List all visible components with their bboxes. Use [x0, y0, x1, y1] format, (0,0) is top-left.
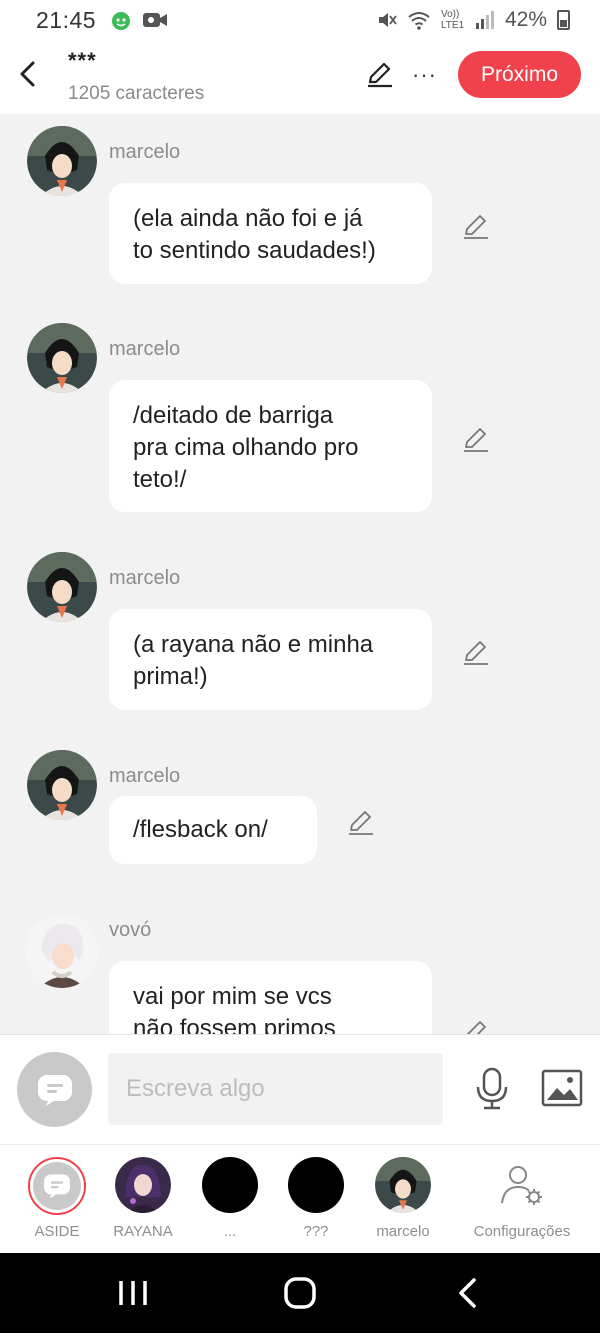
message-bubble[interactable]: /flesback on/ — [109, 796, 317, 864]
edit-message-icon[interactable] — [462, 212, 490, 240]
back-nav-icon[interactable] — [449, 1275, 489, 1311]
message-line: vai por mim se vcs — [133, 983, 332, 1010]
network-label: Vo)) LTE1 — [440, 9, 465, 31]
chat-bubble-icon — [28, 1157, 86, 1215]
message-line: to sentindo saudades!) — [133, 237, 376, 264]
message-line: prima!) — [133, 663, 208, 690]
tab-label: Configurações — [473, 1223, 571, 1240]
tab-ellipsis[interactable]: ... — [185, 1157, 275, 1240]
status-bar: 21:45 Vo)) LTE1 42% — [0, 0, 600, 40]
edit-pencil-icon[interactable] — [366, 60, 394, 88]
signal-icon — [475, 11, 494, 29]
sender-name: marcelo — [109, 765, 181, 787]
sender-name: marcelo — [109, 567, 181, 589]
settings-user-icon — [494, 1157, 550, 1213]
avatar-placeholder — [202, 1157, 258, 1213]
speaker-selector-button[interactable] — [17, 1052, 92, 1127]
message-line: não fossem primos — [133, 1015, 336, 1034]
tab-label: ??? — [303, 1223, 329, 1240]
microphone-icon[interactable] — [474, 1067, 510, 1111]
avatar-marcelo[interactable] — [27, 750, 97, 820]
app-notification-icon — [112, 12, 131, 30]
wifi-icon — [408, 12, 430, 30]
mute-icon — [378, 13, 397, 27]
recent-apps-icon[interactable] — [113, 1275, 153, 1311]
tab-aside[interactable]: ASIDE — [12, 1157, 102, 1240]
avatar-marcelo[interactable] — [27, 126, 97, 196]
edit-message-icon[interactable] — [462, 1018, 490, 1034]
message-line: teto!/ — [133, 466, 187, 493]
tab-settings[interactable]: Configurações — [466, 1157, 578, 1240]
message-bubble[interactable]: (ela ainda não foi e já to sentindo saud… — [109, 183, 432, 284]
avatar-vovo[interactable] — [25, 914, 99, 988]
tab-label: ... — [223, 1223, 237, 1240]
edit-message-icon[interactable] — [462, 425, 490, 453]
tab-label: RAYANA — [113, 1223, 173, 1240]
status-time: 21:45 — [36, 6, 97, 33]
sender-name: marcelo — [109, 141, 181, 163]
tab-label: marcelo — [376, 1223, 430, 1240]
avatar-marcelo — [375, 1157, 431, 1213]
avatar-marcelo[interactable] — [27, 323, 97, 393]
system-nav-bar — [0, 1253, 600, 1333]
tab-question[interactable]: ??? — [271, 1157, 361, 1240]
tab-marcelo[interactable]: marcelo — [358, 1157, 448, 1240]
message-bubble[interactable]: vai por mim se vcs não fossem primos — [109, 961, 432, 1034]
back-arrow-icon[interactable] — [14, 58, 42, 90]
story-title: *** — [68, 48, 97, 73]
chat-area[interactable]: marcelo (ela ainda não foi e já to senti… — [0, 114, 600, 1034]
message-line: (ela ainda não foi e já — [133, 205, 363, 232]
message-line: /deitado de barriga — [133, 402, 334, 429]
avatar-marcelo[interactable] — [27, 552, 97, 622]
message-bubble[interactable]: (a rayana não e minha prima!) — [109, 609, 432, 710]
sender-name: marcelo — [109, 338, 181, 360]
tab-rayana[interactable]: RAYANA — [98, 1157, 188, 1240]
image-icon[interactable] — [541, 1069, 583, 1107]
avatar-rayana — [115, 1157, 171, 1213]
message-line: (a rayana não e minha — [133, 631, 374, 658]
message-line: /flesback on/ — [133, 816, 268, 843]
message-bubble[interactable]: /deitado de barriga pra cima olhando pro… — [109, 380, 432, 512]
sender-name: vovó — [109, 919, 152, 941]
tab-label: ASIDE — [34, 1223, 80, 1240]
character-tabs: ASIDE RAYANA ... ??? marcelo Configuraçõ… — [0, 1144, 600, 1253]
next-button[interactable]: Próximo — [458, 51, 581, 98]
message-line: pra cima olhando pro — [133, 434, 359, 461]
edit-message-icon[interactable] — [462, 638, 490, 666]
message-input[interactable] — [108, 1053, 443, 1125]
battery-icon — [557, 10, 570, 30]
avatar-placeholder — [288, 1157, 344, 1213]
more-options-button[interactable]: ··· — [412, 62, 437, 88]
composer-bar — [0, 1034, 600, 1144]
character-count: 1205 caracteres — [68, 83, 205, 104]
video-camera-icon — [143, 13, 168, 27]
battery-percent: 42% — [504, 8, 547, 31]
editor-header: *** 1205 caracteres ··· Próximo — [0, 40, 600, 114]
chat-bubble-icon — [37, 1074, 72, 1106]
edit-message-icon[interactable] — [347, 808, 375, 836]
home-icon[interactable] — [280, 1275, 320, 1311]
